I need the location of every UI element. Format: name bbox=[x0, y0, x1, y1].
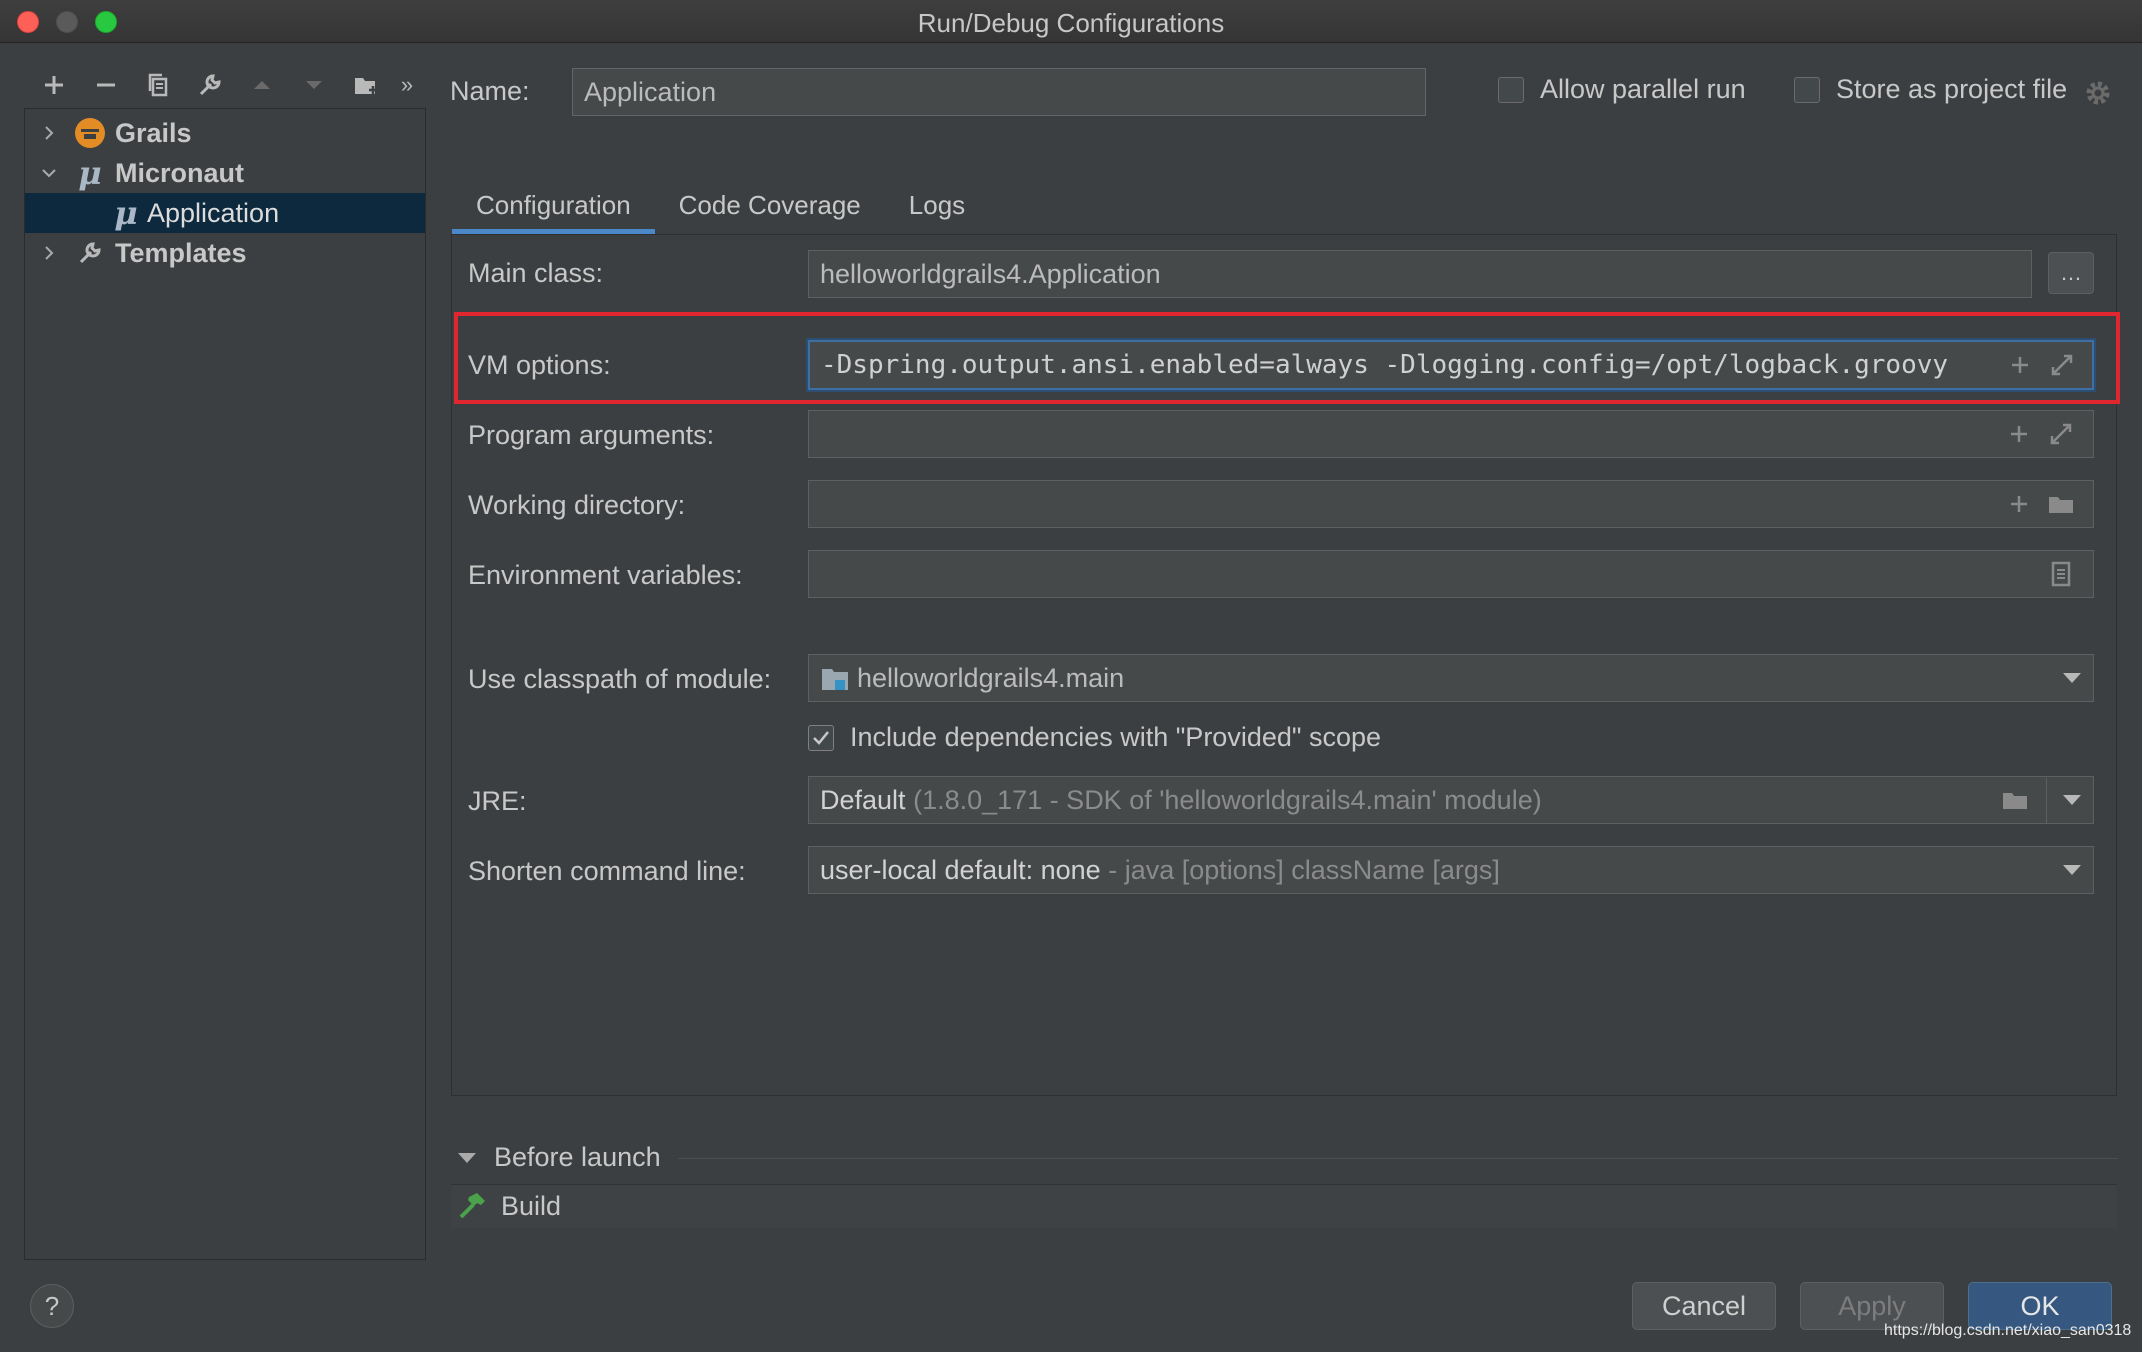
include-provided-label: Include dependencies with "Provided" sco… bbox=[850, 722, 1382, 752]
checkbox-box[interactable] bbox=[1498, 76, 1524, 103]
move-up-icon[interactable] bbox=[236, 65, 288, 105]
before-launch-header[interactable]: Before launch bbox=[456, 1142, 661, 1173]
divider bbox=[2046, 778, 2047, 824]
add-icon[interactable] bbox=[2005, 490, 2033, 518]
micronaut-icon: μ bbox=[78, 154, 102, 192]
classpath-module-select[interactable]: helloworldgrails4.main bbox=[808, 654, 2094, 702]
folder-icon[interactable] bbox=[2001, 786, 2029, 814]
shorten-command-line-select[interactable]: user-local default: none - java [options… bbox=[808, 846, 2094, 894]
before-launch-task-build[interactable]: Build bbox=[451, 1184, 2117, 1228]
tab-logs[interactable]: Logs bbox=[885, 176, 989, 234]
copy-icon[interactable] bbox=[132, 65, 184, 105]
watermark: https://blog.csdn.net/xiao_san0318 bbox=[1884, 1322, 2132, 1339]
move-down-icon[interactable] bbox=[288, 65, 340, 105]
jre-select[interactable]: Default (1.8.0_171 - SDK of 'helloworldg… bbox=[808, 776, 2094, 824]
classpath-module-value: helloworldgrails4.main bbox=[857, 663, 1125, 693]
tree-item-application[interactable]: μ Application bbox=[25, 193, 425, 233]
main-class-label: Main class: bbox=[468, 258, 604, 288]
environment-variables-input[interactable] bbox=[808, 550, 2094, 598]
add-icon[interactable] bbox=[2005, 420, 2033, 448]
chevron-right-icon[interactable] bbox=[37, 241, 61, 265]
allow-parallel-run-label: Allow parallel run bbox=[1540, 74, 1746, 104]
chevron-down-icon[interactable] bbox=[2063, 865, 2081, 875]
expand-icon[interactable] bbox=[2047, 420, 2075, 448]
chevron-down-icon[interactable] bbox=[2063, 673, 2081, 683]
window-title: Run/Debug Configurations bbox=[917, 8, 1225, 38]
folder-icon[interactable] bbox=[2047, 490, 2075, 518]
tree-item-label: Grails bbox=[115, 117, 192, 148]
tab-configuration[interactable]: Configuration bbox=[452, 176, 655, 234]
tab-code-coverage[interactable]: Code Coverage bbox=[655, 176, 885, 234]
build-task-label: Build bbox=[501, 1191, 562, 1221]
title-bar: Run/Debug Configurations bbox=[0, 0, 2142, 43]
program-arguments-input[interactable] bbox=[808, 410, 2094, 458]
store-as-project-file-label: Store as project file bbox=[1836, 74, 2068, 104]
check-icon bbox=[813, 730, 829, 745]
working-directory-input[interactable] bbox=[808, 480, 2094, 528]
new-folder-icon[interactable] bbox=[340, 65, 392, 105]
module-folder-icon bbox=[822, 669, 848, 690]
add-icon[interactable] bbox=[28, 65, 80, 105]
before-launch-label: Before launch bbox=[494, 1142, 661, 1172]
browse-main-class-button[interactable]: … bbox=[2048, 252, 2094, 294]
tree-item-templates[interactable]: Templates bbox=[25, 233, 425, 273]
wrench-icon[interactable] bbox=[184, 65, 236, 105]
gear-icon[interactable] bbox=[2083, 78, 2113, 108]
working-directory-label: Working directory: bbox=[468, 490, 686, 520]
store-as-project-file-checkbox[interactable]: Store as project file bbox=[1794, 74, 2067, 105]
micronaut-icon: μ bbox=[114, 194, 138, 232]
include-provided-checkbox[interactable]: Include dependencies with "Provided" sco… bbox=[808, 722, 1381, 753]
tree-item-grails[interactable]: Grails bbox=[25, 113, 425, 153]
tree-item-micronaut[interactable]: μ Micronaut bbox=[25, 153, 425, 193]
shorten-command-line-value: user-local default: none bbox=[820, 855, 1101, 885]
name-label: Name: bbox=[450, 76, 530, 106]
wrench-icon bbox=[73, 236, 107, 270]
tab-bar: Configuration Code Coverage Logs bbox=[452, 176, 989, 234]
help-button[interactable]: ? bbox=[30, 1284, 74, 1328]
highlight-box bbox=[454, 312, 2120, 404]
checkbox-box[interactable] bbox=[808, 724, 834, 751]
program-arguments-label: Program arguments: bbox=[468, 420, 715, 450]
more-icon[interactable]: » bbox=[392, 65, 422, 105]
tree-item-label: Templates bbox=[115, 237, 247, 268]
jre-label: JRE: bbox=[468, 786, 527, 816]
tree-item-label: Application bbox=[147, 197, 280, 228]
shorten-command-line-detail: - java [options] className [args] bbox=[1108, 855, 1500, 885]
triangle-down-icon[interactable] bbox=[456, 1147, 478, 1169]
environment-variables-label: Environment variables: bbox=[468, 560, 743, 590]
chevron-down-icon[interactable] bbox=[2063, 795, 2081, 805]
grails-icon bbox=[73, 116, 107, 150]
classpath-module-label: Use classpath of module: bbox=[468, 664, 772, 694]
build-hammer-icon bbox=[459, 1192, 485, 1218]
sidebar-toolbar: » bbox=[28, 65, 422, 105]
checkbox-box[interactable] bbox=[1794, 76, 1820, 103]
chevron-down-icon[interactable] bbox=[37, 161, 61, 185]
remove-icon[interactable] bbox=[80, 65, 132, 105]
document-icon[interactable] bbox=[2047, 560, 2075, 588]
allow-parallel-run-checkbox[interactable]: Allow parallel run bbox=[1498, 74, 1746, 105]
divider bbox=[678, 1158, 2118, 1159]
chevron-right-icon[interactable] bbox=[37, 121, 61, 145]
tree-item-label: Micronaut bbox=[115, 157, 245, 188]
cancel-button[interactable]: Cancel bbox=[1632, 1282, 1776, 1330]
jre-detail: (1.8.0_171 - SDK of 'helloworldgrails4.m… bbox=[913, 785, 1542, 815]
shorten-command-line-label: Shorten command line: bbox=[468, 856, 746, 886]
main-class-input[interactable]: helloworldgrails4.Application bbox=[808, 250, 2032, 298]
configuration-tree: Grails μ Micronaut μ Application Templat… bbox=[24, 108, 426, 1260]
jre-value: Default bbox=[820, 785, 906, 815]
name-input[interactable]: Application bbox=[572, 68, 1426, 116]
